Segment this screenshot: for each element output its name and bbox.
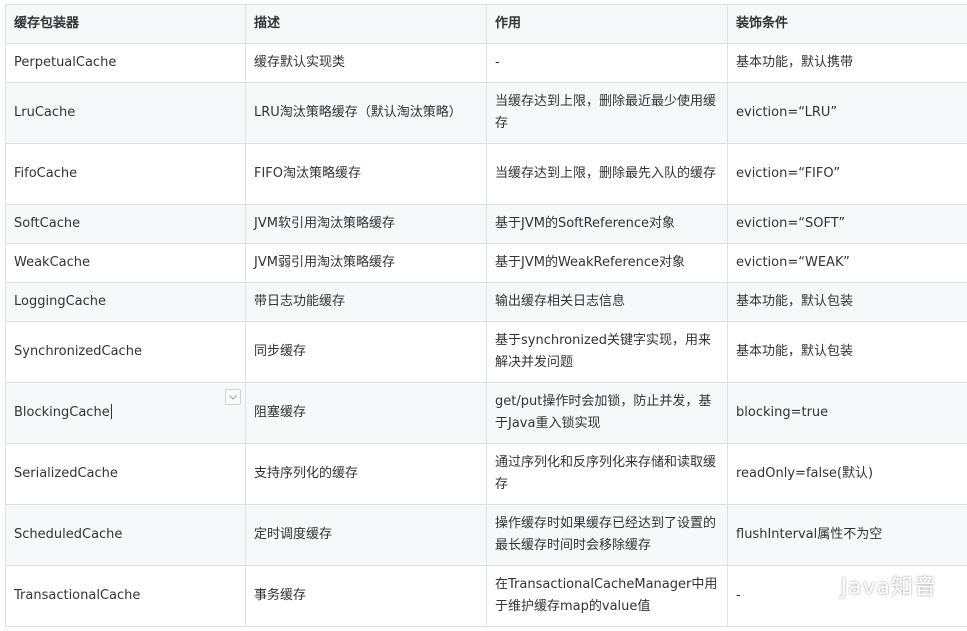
table-row: SerializedCache 支持序列化的缓存 通过序列化和反序列化来存储和读…	[5, 443, 967, 505]
cell-wrapper-name[interactable]: TransactionalCache	[5, 565, 246, 627]
header-condition: 装饰条件	[727, 4, 967, 44]
cell-condition[interactable]: eviction=“LRU”	[727, 82, 967, 144]
cell-purpose[interactable]: 当缓存达到上限，删除最先入队的缓存	[486, 143, 728, 205]
cell-purpose[interactable]: 基于JVM的WeakReference对象	[486, 243, 728, 283]
cell-purpose[interactable]: 基于JVM的SoftReference对象	[486, 204, 728, 244]
cell-condition[interactable]: flushInterval属性不为空	[727, 504, 967, 566]
cell-wrapper-name[interactable]: SoftCache	[5, 204, 246, 244]
cell-condition[interactable]: blocking=true	[727, 382, 967, 444]
table-row: PerpetualCache 缓存默认实现类 - 基本功能，默认携带	[5, 43, 967, 83]
table-row: SoftCache JVM软引用淘汰策略缓存 基于JVM的SoftReferen…	[5, 204, 967, 244]
table-row: TransactionalCache 事务缓存 在TransactionalCa…	[5, 565, 967, 627]
cell-description[interactable]: JVM软引用淘汰策略缓存	[245, 204, 487, 244]
header-description: 描述	[245, 4, 487, 44]
cell-dropdown-button[interactable]	[225, 389, 241, 405]
table-row: WeakCache JVM弱引用淘汰策略缓存 基于JVM的WeakReferen…	[5, 243, 967, 283]
cell-description[interactable]: 缓存默认实现类	[245, 43, 487, 83]
cell-purpose[interactable]: 通过序列化和反序列化来存储和读取缓存	[486, 443, 728, 505]
table-row: ScheduledCache 定时调度缓存 操作缓存时如果缓存已经达到了设置的最…	[5, 504, 967, 566]
cell-description[interactable]: 同步缓存	[245, 321, 487, 383]
cell-description[interactable]: FIFO淘汰策略缓存	[245, 143, 487, 205]
table-header-row: 缓存包装器 描述 作用 装饰条件	[5, 4, 967, 44]
cell-purpose[interactable]: 当缓存达到上限，删除最近最少使用缓存	[486, 82, 728, 144]
chevron-down-icon	[229, 394, 237, 400]
cell-description[interactable]: 事务缓存	[245, 565, 487, 627]
table-row: BlockingCache 阻塞缓存 get/put操作时会加锁，防止并发，基于…	[5, 382, 967, 444]
cell-wrapper-name[interactable]: SerializedCache	[5, 443, 246, 505]
cell-condition[interactable]: eviction=“WEAK”	[727, 243, 967, 283]
table-row: FifoCache FIFO淘汰策略缓存 当缓存达到上限，删除最先入队的缓存 e…	[5, 143, 967, 205]
cell-purpose[interactable]: 基于synchronized关键字实现，用来解决并发问题	[486, 321, 728, 383]
cache-wrapper-table: 缓存包装器 描述 作用 装饰条件 PerpetualCache 缓存默认实现类 …	[5, 4, 967, 627]
cell-description[interactable]: 定时调度缓存	[245, 504, 487, 566]
cell-purpose[interactable]: 输出缓存相关日志信息	[486, 282, 728, 322]
cell-purpose[interactable]: -	[486, 43, 728, 83]
cell-condition[interactable]: eviction=“FIFO”	[727, 143, 967, 205]
cell-condition[interactable]: 基本功能，默认携带	[727, 43, 967, 83]
cell-description[interactable]: LRU淘汰策略缓存（默认淘汰策略）	[245, 82, 487, 144]
cell-description[interactable]: JVM弱引用淘汰策略缓存	[245, 243, 487, 283]
cell-purpose[interactable]: get/put操作时会加锁，防止并发，基于Java重入锁实现	[486, 382, 728, 444]
cell-wrapper-name[interactable]: FifoCache	[5, 143, 246, 205]
cell-description[interactable]: 阻塞缓存	[245, 382, 487, 444]
cell-wrapper-name[interactable]: WeakCache	[5, 243, 246, 283]
text-caret	[110, 404, 112, 419]
cell-wrapper-name[interactable]: SynchronizedCache	[5, 321, 246, 383]
cell-purpose[interactable]: 在TransactionalCacheManager中用于维护缓存map的val…	[486, 565, 728, 627]
cell-wrapper-name[interactable]: LruCache	[5, 82, 246, 144]
cell-wrapper-name-text: BlockingCache	[14, 405, 110, 420]
cell-condition[interactable]: eviction=“SOFT”	[727, 204, 967, 244]
cell-condition[interactable]: readOnly=false(默认)	[727, 443, 967, 505]
table-row: LoggingCache 带日志功能缓存 输出缓存相关日志信息 基本功能，默认包…	[5, 282, 967, 322]
cell-wrapper-name[interactable]: ScheduledCache	[5, 504, 246, 566]
cell-purpose[interactable]: 操作缓存时如果缓存已经达到了设置的最长缓存时间时会移除缓存	[486, 504, 728, 566]
cell-description[interactable]: 支持序列化的缓存	[245, 443, 487, 505]
cell-condition[interactable]: 基本功能，默认包装	[727, 282, 967, 322]
header-purpose: 作用	[486, 4, 728, 44]
header-wrapper: 缓存包装器	[5, 4, 246, 44]
cell-wrapper-name-editing[interactable]: BlockingCache	[5, 382, 246, 444]
cell-wrapper-name[interactable]: LoggingCache	[5, 282, 246, 322]
cell-condition[interactable]: 基本功能，默认包装	[727, 321, 967, 383]
cell-wrapper-name[interactable]: PerpetualCache	[5, 43, 246, 83]
table-row: SynchronizedCache 同步缓存 基于synchronized关键字…	[5, 321, 967, 383]
cell-condition[interactable]: -	[727, 565, 967, 627]
cell-description[interactable]: 带日志功能缓存	[245, 282, 487, 322]
table-row: LruCache LRU淘汰策略缓存（默认淘汰策略） 当缓存达到上限，删除最近最…	[5, 82, 967, 144]
